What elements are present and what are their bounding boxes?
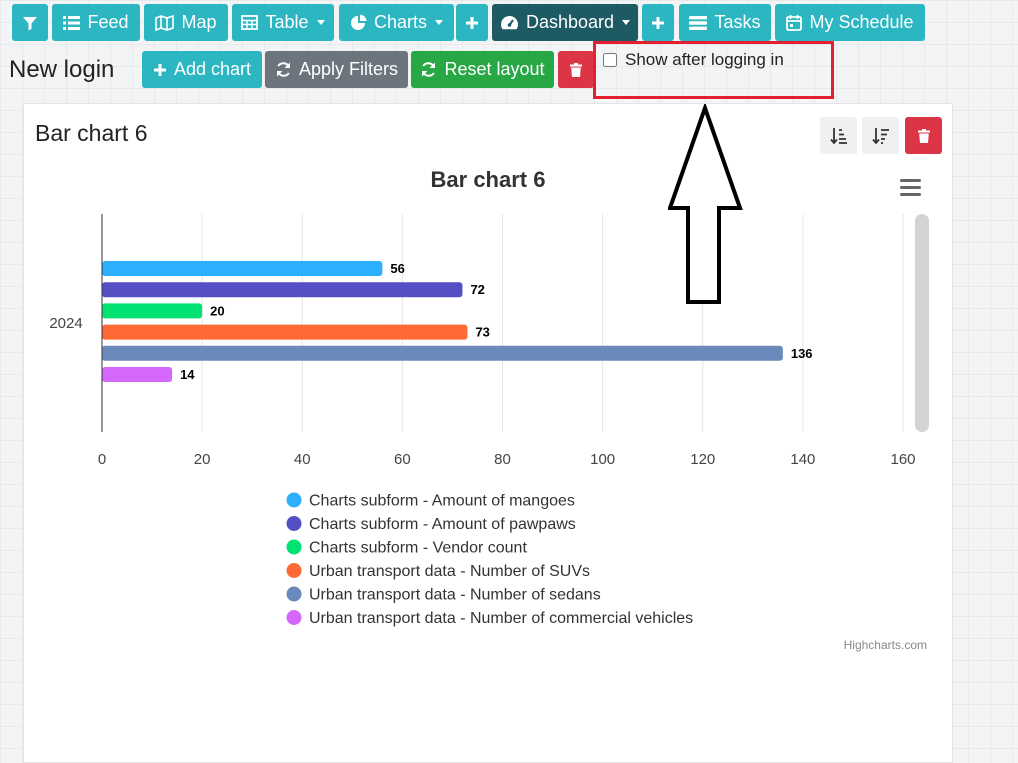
highlight-box [593,41,834,99]
map-button[interactable]: Map [144,4,228,41]
gauge-icon [500,15,519,30]
my-schedule-button[interactable]: My Schedule [775,4,925,41]
legend-item[interactable]: Charts subform - Amount of mangoes [286,492,575,510]
map-label: Map [181,12,217,32]
legend-item[interactable]: Urban transport data - Number of SUVs [286,563,591,580]
refresh-icon [420,61,437,78]
x-tick-label: 100 [590,451,615,468]
calendar-icon [786,14,803,31]
hamburger-menu-icon[interactable] [900,179,921,196]
bar[interactable] [102,345,783,361]
reset-layout-label: Reset layout [444,59,545,79]
trash-icon [570,62,582,77]
table-icon [241,15,259,30]
legend-label: Urban transport data - Number of commerc… [309,610,693,627]
tasks-icon [689,15,708,30]
delete-dashboard-button[interactable] [558,51,594,88]
pie-chart-icon [350,14,367,31]
legend-marker [286,492,302,508]
x-tick-label: 140 [790,451,815,468]
map-icon [155,14,175,31]
x-tick-label: 80 [494,451,511,468]
data-label: 136 [791,346,813,361]
chevron-down-icon [435,20,443,25]
legend-marker [286,516,302,531]
dashboard-dropdown-button[interactable]: Dashboard [492,4,638,41]
add-chart-plus-button[interactable] [456,4,488,41]
data-label: 72 [470,282,484,297]
legend-marker [286,539,302,555]
bar[interactable] [102,282,463,298]
legend-label: Charts subform - Amount of mangoes [309,493,575,510]
chart-card: Bar chart 6 Bar chart 6 56 72 20 73 136 14 0 2… [23,103,953,763]
legend-label: Charts subform - Vendor count [309,540,527,557]
x-tick-label: 0 [98,451,106,468]
tasks-label: Tasks [714,12,761,32]
x-tick-label: 20 [194,451,211,468]
filter-button[interactable] [12,4,48,41]
charts-label: Charts [373,12,427,32]
plus-icon [153,63,167,77]
x-tick-label: 160 [890,451,915,468]
x-tick-label: 120 [690,451,715,468]
filter-icon [22,15,38,31]
list-icon [63,15,81,30]
legend-label: Charts subform - Amount of pawpaws [309,516,576,533]
plus-icon [651,16,665,30]
apply-filters-label: Apply Filters [298,59,399,79]
tasks-button[interactable]: Tasks [679,4,771,41]
data-label: 56 [390,261,404,276]
charts-dropdown-button[interactable]: Charts [339,4,454,41]
feed-label: Feed [87,12,129,32]
chevron-down-icon [316,20,325,25]
bar[interactable] [102,261,383,276]
legend-item[interactable]: Urban transport data - Number of sedans [286,586,601,604]
my-schedule-label: My Schedule [809,12,914,32]
add-chart-button[interactable]: Add chart [142,51,262,88]
chart-title: Bar chart 6 [431,167,546,192]
legend-item[interactable]: Urban transport data - Number of commerc… [286,610,694,627]
legend-marker [286,586,302,602]
x-tick-label: 60 [394,451,411,468]
bar[interactable] [102,324,468,340]
bar-chart: Bar chart 6 56 72 20 73 136 14 0 20 40 60 80 100 12… [49,167,929,627]
data-label: 14 [180,367,195,382]
category-label: 2024 [49,315,82,332]
dashboard-title: New login [9,56,115,83]
legend-item[interactable]: Charts subform - Amount of pawpaws [286,516,576,533]
bar[interactable] [102,303,203,319]
table-label: Table [265,12,309,32]
annotation-arrow [668,104,743,304]
refresh-icon [275,61,292,78]
legend-label: Urban transport data - Number of SUVs [309,563,590,580]
x-tick-label: 40 [294,451,311,468]
table-dropdown-button[interactable]: Table [232,4,334,41]
scrollbar-track[interactable] [915,214,929,432]
add-dashboard-plus-button[interactable] [642,4,674,41]
legend-marker [286,563,302,578]
legend-marker [286,610,302,625]
data-label: 73 [475,325,489,340]
apply-filters-button[interactable]: Apply Filters [265,51,408,88]
plus-icon [465,16,479,30]
highcharts-credit[interactable]: Highcharts.com [844,638,927,652]
reset-layout-button[interactable]: Reset layout [411,51,554,88]
feed-button[interactable]: Feed [52,4,140,41]
legend-item[interactable]: Charts subform - Vendor count [286,539,528,557]
chevron-down-icon [622,20,631,25]
legend-label: Urban transport data - Number of sedans [309,587,601,604]
add-chart-label: Add chart [173,59,252,79]
dashboard-label: Dashboard [525,12,615,32]
bar[interactable] [102,367,173,382]
data-label: 20 [210,303,224,318]
